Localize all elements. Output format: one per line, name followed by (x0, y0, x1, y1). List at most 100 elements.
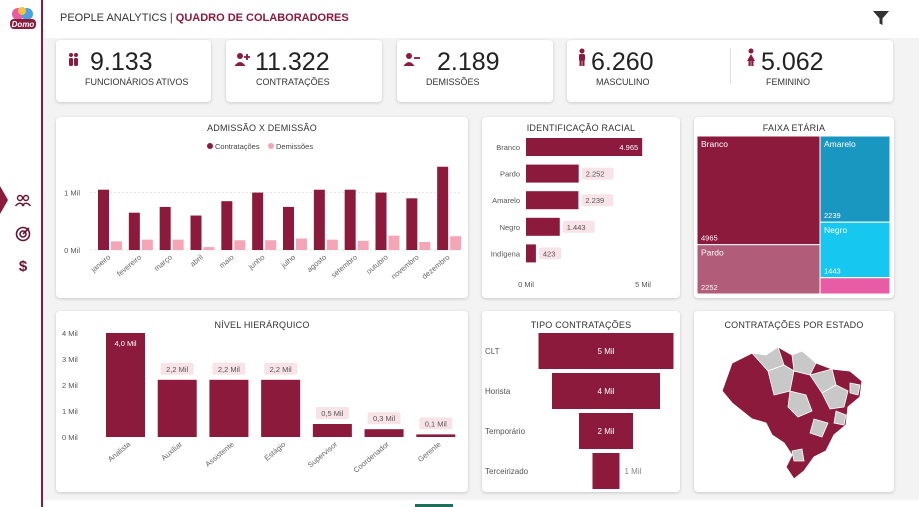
active-page-indicator (0, 186, 8, 214)
legend-label: Demissões (276, 142, 313, 151)
x-tick-label: Coordenador (352, 439, 392, 474)
category-label: Terceirizado (485, 467, 529, 476)
data-label: 2,2 Mil (218, 365, 240, 374)
bar-contratacoes (283, 206, 294, 250)
bar-demissoes (357, 240, 369, 250)
user-add-icon (234, 53, 250, 66)
x-tick-label: março (152, 253, 174, 273)
bar-demissoes (234, 240, 246, 250)
bar (416, 434, 456, 437)
faixa-etaria-panel: FAIXA ETÁRIA Branco 4965 Pardo 2252 Amarelo 2… (694, 117, 894, 298)
kpi-value: 6.260 (591, 48, 654, 76)
bar (526, 164, 579, 183)
bar-contratacoes (98, 189, 109, 250)
x-tick-label: Auxiliar (159, 439, 184, 462)
divider (730, 48, 731, 84)
kpi-value: 2.189 (437, 48, 500, 76)
nivel-chart: 0 Mil 1 Mil 2 Mil 3 Mil 4 Mil 4,0 Mil Analista… (62, 329, 456, 475)
category-label: Branco (496, 143, 520, 152)
top-bar: PEOPLE ANALYTICS | QUADRO DE COLABORADOR… (43, 0, 919, 38)
category-label: Indígena (491, 249, 521, 258)
treemap-label: Amarelo (824, 139, 856, 149)
x-tick-label: Analista (106, 439, 133, 464)
state-gray (791, 448, 805, 462)
y-tick-label: 1 Mil (64, 189, 80, 198)
x-tick-label: setembro (329, 253, 359, 280)
data-label: 2.252 (586, 170, 605, 179)
kpi-card-contratacoes: 11.322 CONTRATAÇÕES (226, 40, 382, 102)
x-tick-label: 0 Mil (518, 280, 534, 289)
data-label: 2.239 (585, 196, 604, 205)
target-icon[interactable] (14, 225, 32, 243)
y-tick-label: 2 Mil (62, 381, 78, 390)
kpi-card-genero: 6.260 MASCULINO 5.062 FEMININO (567, 40, 893, 102)
people-icon[interactable] (14, 192, 32, 210)
kpi-value: 5.062 (761, 48, 824, 76)
treemap-value: 4965 (701, 234, 718, 243)
x-tick-label: janeiro (88, 253, 112, 275)
male-icon (579, 48, 585, 66)
racial-chart: Branco 4.965 Pardo 2.252 Amarelo 2.239 Negro 1.… (491, 138, 651, 289)
kpi-label: FUNCIONÁRIOS ATIVOS (85, 77, 189, 87)
data-label: 0,3 Mil (373, 414, 395, 423)
bar-contratacoes (221, 201, 233, 250)
kpi-value: 11.322 (255, 48, 330, 76)
data-label: 2,2 Mil (166, 365, 188, 374)
x-tick-label: outubro (365, 253, 390, 276)
admissao-demissao-chart: Contratações Demissões 0 Mil 1 Mil janeiro fe… (64, 142, 462, 281)
bar (364, 429, 404, 437)
x-tick-label: novembro (389, 253, 420, 281)
admissao-demissao-panel: ADMISSÃO X DEMISSÃO Contratações Demissõe… (56, 117, 468, 298)
category-label: Horista (485, 387, 511, 396)
x-tick-label: abril (188, 252, 205, 268)
bar-demissoes (419, 241, 431, 250)
y-tick-label: 0 Mil (62, 433, 78, 442)
group-icon (69, 53, 78, 66)
y-tick-label: 3 Mil (62, 355, 78, 364)
page-tabs-strip (43, 500, 919, 507)
bar (261, 379, 301, 437)
user-remove-icon (403, 53, 420, 66)
racial-panel: IDENTIFICAÇÃO RACIAL Branco 4.965 Pardo 2.2… (482, 117, 680, 298)
treemap-cell (819, 277, 891, 295)
category-label: Pardo (500, 170, 520, 179)
kpi-card-funcionarios: 9.133 FUNCIONÁRIOS ATIVOS (56, 40, 211, 102)
legend-marker (268, 143, 274, 149)
kpi-value: 9.133 (90, 48, 153, 76)
bar (526, 244, 536, 263)
data-label: 1 Mil (625, 467, 642, 476)
data-label: 2 Mil (598, 427, 615, 436)
kpi-card-demissoes: 2.189 DEMISSÕES (397, 40, 553, 102)
bar-demissoes (450, 236, 462, 250)
x-tick-label: agosto (305, 253, 328, 274)
tipo-panel: TIPO CONTRATAÇÕES CLT 5 Mil Horista 4 Mil Te… (482, 311, 680, 492)
kpi-label: CONTRATAÇÕES (256, 77, 330, 87)
x-tick-label: 5 Mil (635, 280, 651, 289)
bar (157, 379, 197, 437)
kpi-label: MASCULINO (596, 77, 650, 87)
bar-contratacoes (313, 189, 325, 250)
bar (526, 191, 579, 210)
bar (106, 333, 145, 437)
funnel-bar (592, 453, 620, 489)
dollar-icon[interactable]: $ (14, 258, 32, 276)
treemap-label: Pardo (701, 248, 724, 258)
state-gray (849, 382, 861, 396)
treemap-value: 1443 (824, 267, 841, 276)
bar-demissoes (326, 239, 338, 250)
bar-contratacoes (375, 192, 387, 250)
y-tick-label: 1 Mil (62, 407, 78, 416)
y-tick-label: 4 Mil (62, 329, 78, 338)
x-tick-label: junho (246, 253, 267, 272)
bar-demissoes (265, 240, 277, 250)
bar-contratacoes (406, 198, 418, 250)
legend-label: Contratações (215, 142, 260, 151)
data-label: 1.443 (567, 223, 586, 232)
filter-icon[interactable] (871, 8, 891, 28)
category-label: Amarelo (492, 196, 520, 205)
y-tick-label: 0 Mil (64, 246, 80, 255)
x-tick-label: Assistente (203, 440, 235, 469)
nivel-panel: NÍVEL HIERÁRQUICO 0 Mil 1 Mil 2 Mil 3 Mil 4 … (56, 311, 468, 492)
category-label: Negro (500, 223, 520, 232)
kpi-label: DEMISSÕES (426, 77, 480, 87)
